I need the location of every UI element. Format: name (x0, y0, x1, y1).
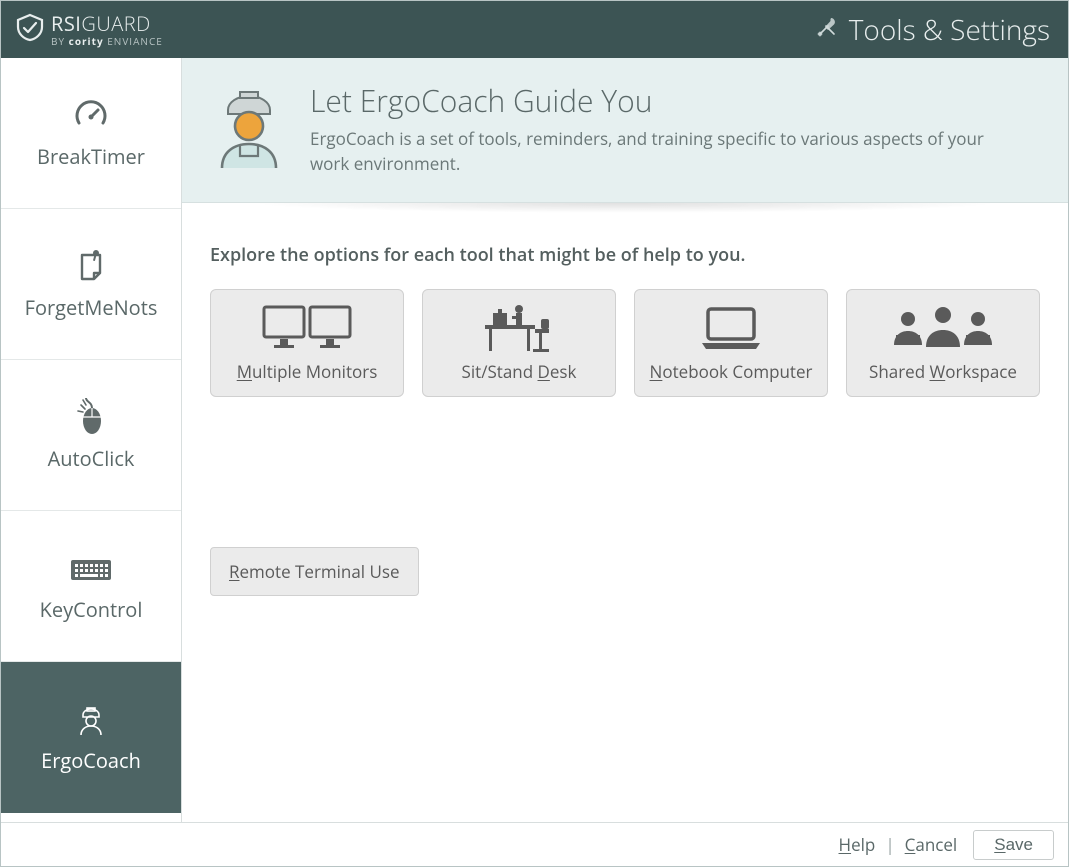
help-link[interactable]: Help (839, 833, 876, 856)
footer-separator: | (885, 833, 894, 856)
hero-title: Let ErgoCoach Guide You (310, 80, 1010, 121)
tool-shared-workspace[interactable]: Shared Workspace (846, 289, 1040, 397)
coach-illustration-icon (210, 80, 288, 168)
keyboard-icon (69, 550, 113, 586)
app-window: RSIGUARD BY cority ENVIANCE Tools & Sett… (0, 0, 1069, 867)
tool-sit-stand-desk[interactable]: Sit/Stand Desk (422, 289, 616, 397)
header-bar: RSIGUARD BY cority ENVIANCE Tools & Sett… (1, 1, 1068, 58)
sidebar-item-label: AutoClick (48, 445, 135, 472)
explore-heading: Explore the options for each tool that m… (210, 243, 1040, 267)
sidebar-item-label: ErgoCoach (41, 747, 141, 774)
shared-workspace-icon (888, 304, 998, 352)
sidebar-item-label: BreakTimer (37, 143, 145, 170)
tool-label: Multiple Monitors (237, 360, 378, 383)
tool-label: Notebook Computer (650, 360, 813, 383)
brand-name: RSIGUARD (51, 14, 163, 34)
sidebar-item-autoclick[interactable]: AutoClick (1, 360, 181, 511)
tool-remote-terminal[interactable]: Remote Terminal Use (210, 547, 419, 596)
mouse-icon (74, 399, 108, 435)
save-button[interactable]: Save (973, 830, 1054, 860)
footer-bar: Help | Cancel Save (1, 822, 1068, 866)
notebook-icon (696, 304, 766, 352)
main-panel: Let ErgoCoach Guide You ErgoCoach is a s… (182, 58, 1068, 822)
hero-banner: Let ErgoCoach Guide You ErgoCoach is a s… (182, 58, 1068, 203)
gauge-icon (73, 97, 109, 133)
hero-shadow (182, 203, 1068, 231)
brand-subtitle: BY cority ENVIANCE (51, 36, 163, 46)
sidebar-item-ergocoach[interactable]: ErgoCoach (1, 662, 181, 813)
brand-logo: RSIGUARD BY cority ENVIANCE (15, 12, 163, 47)
sidebar-item-forgetmenots[interactable]: ForgetMeNots (1, 209, 181, 360)
multiple-monitors-icon (260, 304, 354, 352)
tool-label: Shared Workspace (869, 360, 1017, 383)
hero-description: ErgoCoach is a set of tools, reminders, … (310, 127, 1010, 176)
coach-icon (73, 701, 109, 737)
sidebar-item-breaktimer[interactable]: BreakTimer (1, 58, 181, 209)
brand-mark-icon (15, 12, 45, 47)
sidebar: BreakTimer ForgetMeNots (1, 58, 182, 822)
note-icon (74, 248, 108, 284)
tool-multiple-monitors[interactable]: Multiple Monitors (210, 289, 404, 397)
tools-icon (815, 15, 839, 44)
tool-label: Sit/Stand Desk (462, 360, 577, 383)
header-title-group: Tools & Settings (815, 11, 1050, 49)
sit-stand-desk-icon (479, 304, 559, 352)
tool-row: Multiple Monitors (210, 289, 1040, 397)
sidebar-item-label: ForgetMeNots (25, 294, 158, 321)
sidebar-item-label: KeyControl (40, 596, 143, 623)
page-title: Tools & Settings (849, 11, 1050, 49)
sidebar-item-keycontrol[interactable]: KeyControl (1, 511, 181, 662)
tool-notebook-computer[interactable]: Notebook Computer (634, 289, 828, 397)
cancel-link[interactable]: Cancel (905, 833, 958, 856)
